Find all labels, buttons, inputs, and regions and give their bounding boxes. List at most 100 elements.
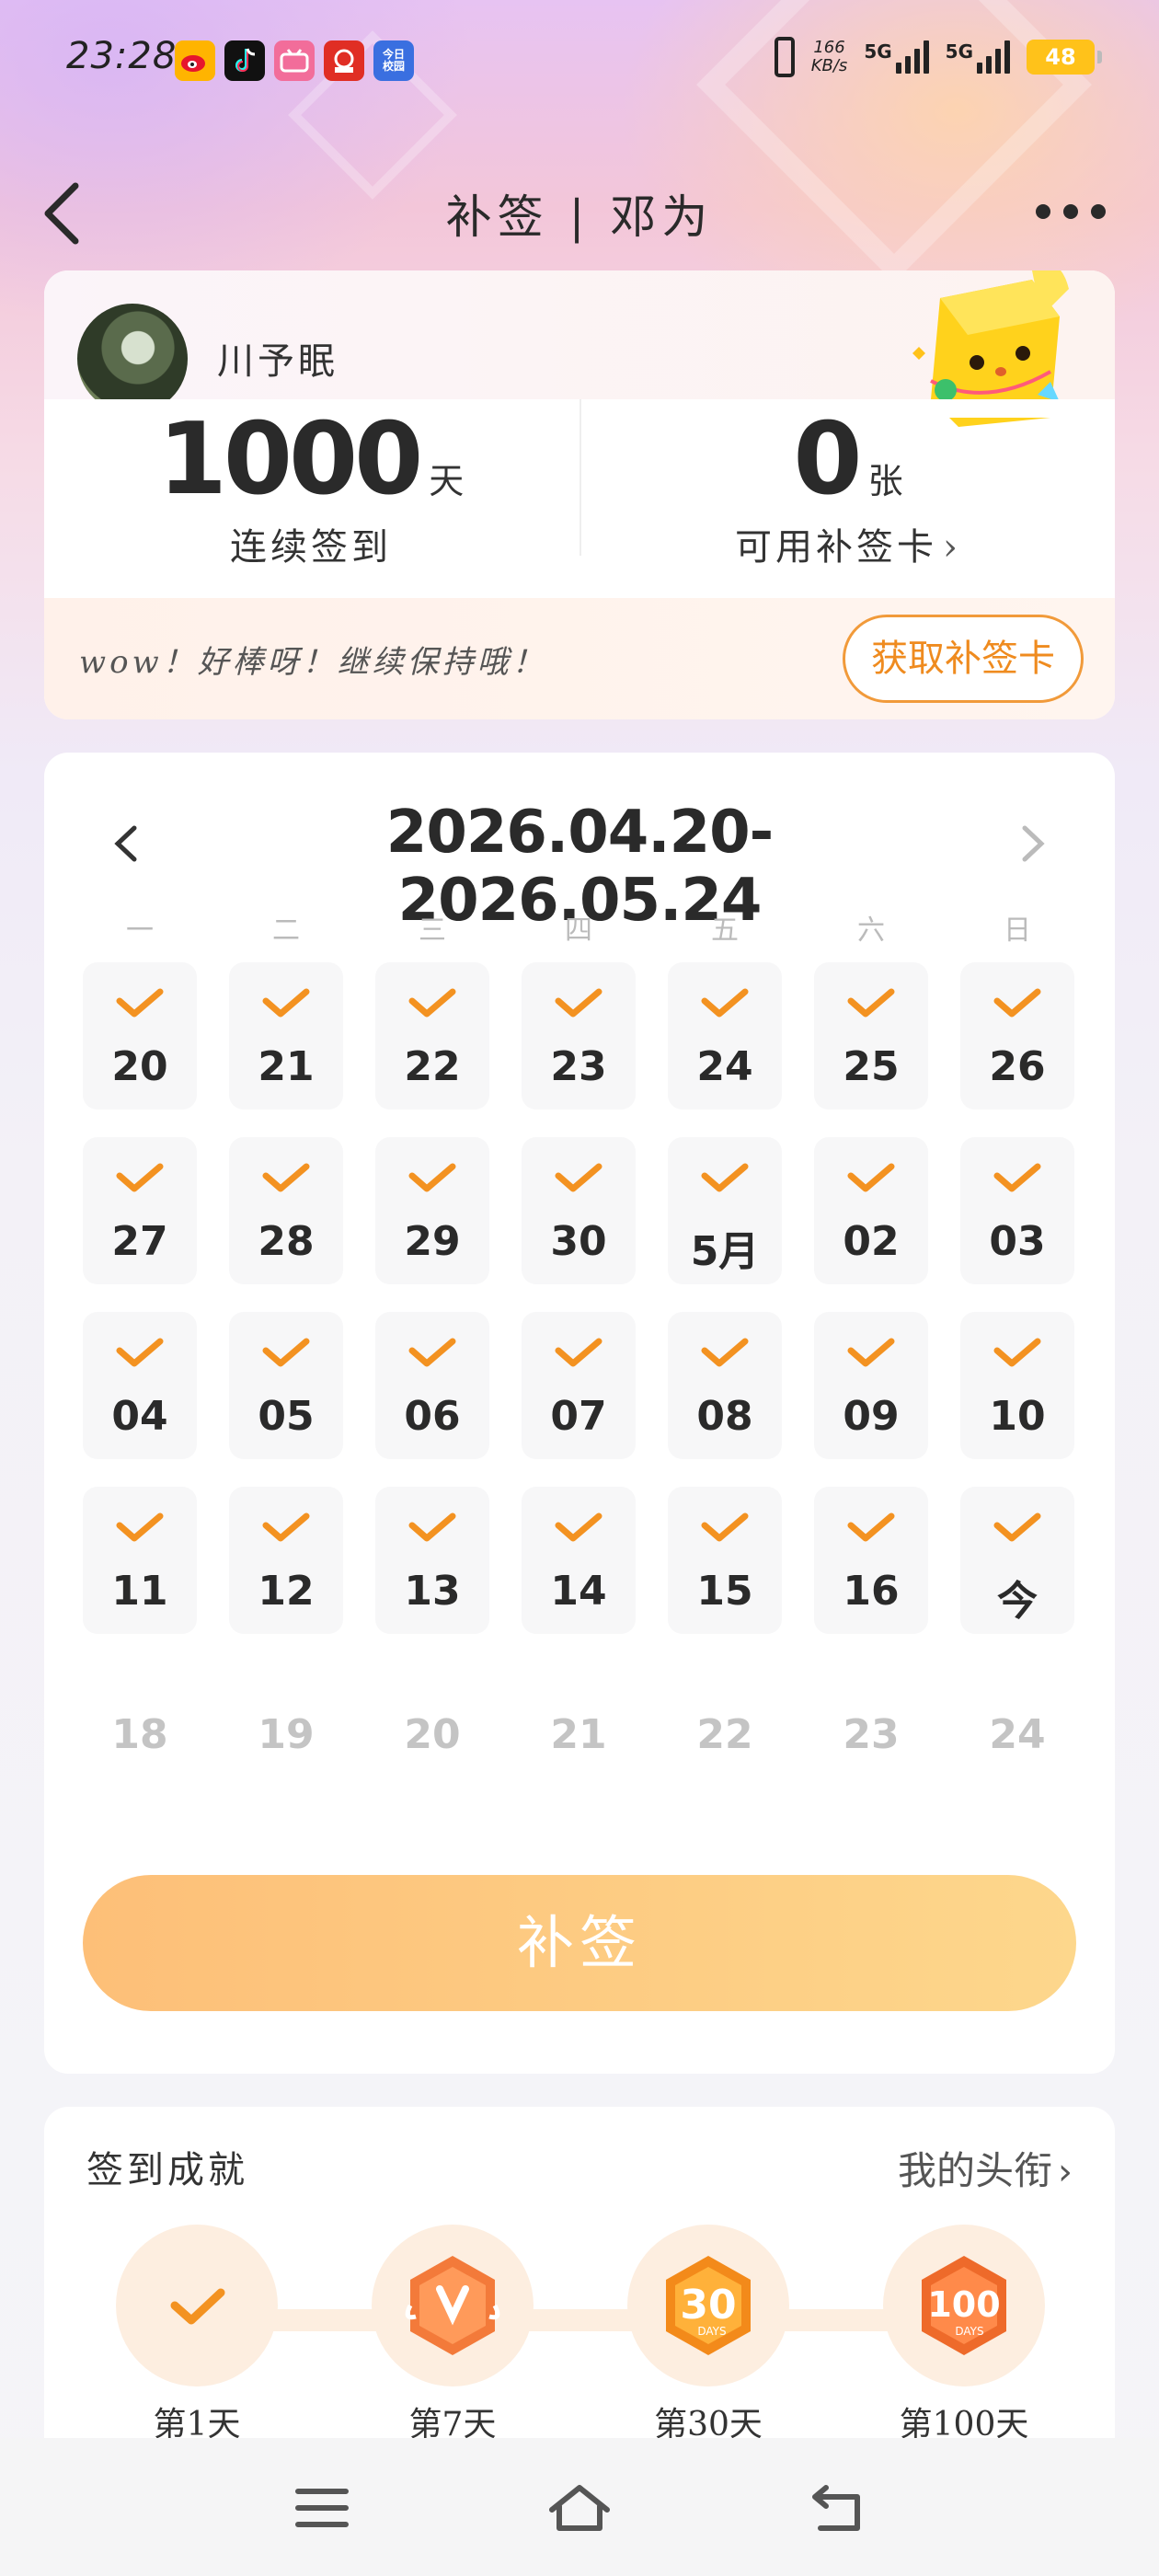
- signal-bars-icon: [895, 40, 929, 74]
- avatar[interactable]: [77, 304, 188, 414]
- calendar-day-checked[interactable]: 22: [375, 962, 489, 1110]
- checkmark-icon: [555, 1163, 602, 1192]
- checkmark-icon: [408, 1338, 456, 1367]
- calendar-day-number: 21: [258, 1043, 315, 1090]
- checkmark-icon: [701, 1512, 749, 1542]
- next-period-button[interactable]: [1004, 802, 1060, 885]
- calendar-day-checked[interactable]: 15: [668, 1487, 782, 1634]
- dot: [1063, 204, 1078, 219]
- calendar-day-checked[interactable]: 13: [375, 1487, 489, 1634]
- calendar-day-number: 23: [550, 1043, 607, 1090]
- calendar-day-number: 12: [258, 1568, 315, 1615]
- calendar-day-checked[interactable]: 16: [814, 1487, 928, 1634]
- weekday-label: 三: [419, 914, 446, 947]
- home-button[interactable]: [543, 2478, 616, 2537]
- checkmark-icon: [993, 1338, 1041, 1367]
- calendar-day-checked[interactable]: 06: [375, 1312, 489, 1459]
- calendar-day-checked[interactable]: 02: [814, 1137, 928, 1284]
- thirty-days-badge-icon: 30 DAYS: [666, 2256, 751, 2355]
- jinri-xiaoyuan-icon: 今日 校园: [373, 40, 414, 81]
- system-indicators: 166 KB/s 5G 5G 48: [774, 37, 1102, 77]
- menu-button[interactable]: [285, 2478, 359, 2537]
- achievements-card: 签到成就 我的头衔 › 30 DAYS 100 DAYS 第1天 第7天 第30天…: [44, 2107, 1115, 2493]
- hundred-days-badge-icon: 100 DAYS: [922, 2256, 1006, 2355]
- calendar-day-checked[interactable]: 11: [83, 1487, 197, 1634]
- calendar-day-number: 22: [404, 1043, 461, 1090]
- system-navigation-bar: [0, 2438, 1159, 2576]
- weekday-label: 一: [126, 914, 154, 947]
- calendar-day-checked[interactable]: 07: [522, 1312, 636, 1459]
- calendar-day-checked[interactable]: 29: [375, 1137, 489, 1284]
- back-nav-button[interactable]: [800, 2478, 874, 2537]
- seven-days-badge-icon: [405, 2256, 500, 2355]
- makeup-cards-stat[interactable]: 0张 可用补签卡 ›: [618, 410, 1078, 570]
- available-cards-link[interactable]: 可用补签卡 ›: [618, 517, 1078, 570]
- calendar-day-checked[interactable]: 27: [83, 1137, 197, 1284]
- checkmark-icon: [993, 1163, 1041, 1192]
- chevron-right-icon: [1022, 825, 1045, 862]
- checkmark-icon: [262, 1338, 310, 1367]
- achievement-progress-line: [195, 2309, 968, 2331]
- pinduoduo-icon: [324, 40, 364, 81]
- calendar-day-checked[interactable]: 12: [229, 1487, 343, 1634]
- weekday-label: 日: [1004, 914, 1031, 947]
- calendar-day-checked[interactable]: 05: [229, 1312, 343, 1459]
- my-titles-link[interactable]: 我的头衔 ›: [898, 2140, 1073, 2196]
- check-badge-icon: [170, 2288, 225, 2325]
- makeup-sign-button[interactable]: 补签: [83, 1875, 1076, 2011]
- checkmark-icon: [262, 988, 310, 1018]
- calendar-day-checked[interactable]: 23: [522, 962, 636, 1110]
- calendar-day-checked[interactable]: 24: [668, 962, 782, 1110]
- calendar-day-checked[interactable]: 5月: [668, 1137, 782, 1284]
- calendar-day-checked[interactable]: 25: [814, 962, 928, 1110]
- badge-day-100[interactable]: 100 DAYS: [883, 2225, 1045, 2386]
- dot: [1091, 204, 1106, 219]
- calendar-day-checked[interactable]: 08: [668, 1312, 782, 1459]
- calendar-day-checked[interactable]: 21: [229, 962, 343, 1110]
- my-titles-label: 我的头衔: [897, 2148, 1052, 2193]
- previous-period-button[interactable]: [99, 802, 155, 885]
- calendar-day-checked[interactable]: 03: [960, 1137, 1074, 1284]
- tiktok-icon: [224, 40, 265, 81]
- checkmark-icon: [993, 988, 1041, 1018]
- checkmark-icon: [262, 1163, 310, 1192]
- back-button[interactable]: [35, 177, 90, 250]
- more-options-button[interactable]: [1036, 204, 1106, 219]
- calendar-day-checked[interactable]: 30: [522, 1137, 636, 1284]
- return-icon: [812, 2485, 860, 2531]
- badge-day-30[interactable]: 30 DAYS: [627, 2225, 789, 2386]
- bilibili-icon: [274, 40, 315, 81]
- calendar-day-future: 24: [989, 1711, 1046, 1758]
- vibrate-icon: [774, 37, 795, 77]
- calendar-day-checked[interactable]: 今: [960, 1487, 1074, 1634]
- calendar-day-number: 26: [989, 1043, 1046, 1090]
- net-speed-unit: KB/s: [810, 56, 848, 75]
- calendar-day-future: 23: [843, 1711, 900, 1758]
- badge-day-7[interactable]: [372, 2225, 534, 2386]
- calendar-day-checked[interactable]: 26: [960, 962, 1074, 1110]
- calendar-day-checked[interactable]: 14: [522, 1487, 636, 1634]
- calendar-day-checked[interactable]: 09: [814, 1312, 928, 1459]
- dot: [1036, 204, 1050, 219]
- streak-days-unit: 天: [429, 461, 465, 501]
- weibo-icon: [175, 40, 215, 81]
- svg-text:100: 100: [927, 2284, 1000, 2325]
- weekday-label: 五: [711, 914, 739, 947]
- calendar-day-number: 09: [843, 1393, 900, 1440]
- home-icon: [549, 2485, 610, 2531]
- calendar-day-number: 03: [989, 1218, 1046, 1265]
- svg-text:DAYS: DAYS: [955, 2325, 983, 2338]
- calendar-day-number: 20: [111, 1043, 168, 1090]
- badge-day-1[interactable]: [116, 2225, 278, 2386]
- chevron-right-icon: ›: [943, 526, 961, 569]
- status-bar: 23:28 今日 校园 166 KB/s 5G 5G 48: [0, 0, 1159, 120]
- cards-count-value: 0: [793, 402, 862, 517]
- svg-text:DAYS: DAYS: [697, 2325, 726, 2338]
- calendar-day-checked[interactable]: 28: [229, 1137, 343, 1284]
- calendar-day-checked[interactable]: 04: [83, 1312, 197, 1459]
- chevron-left-icon: [114, 825, 137, 862]
- calendar-day-checked[interactable]: 20: [83, 962, 197, 1110]
- get-makeup-card-button[interactable]: 获取补签卡: [843, 615, 1084, 703]
- calendar-day-number: 08: [696, 1393, 753, 1440]
- calendar-day-checked[interactable]: 10: [960, 1312, 1074, 1459]
